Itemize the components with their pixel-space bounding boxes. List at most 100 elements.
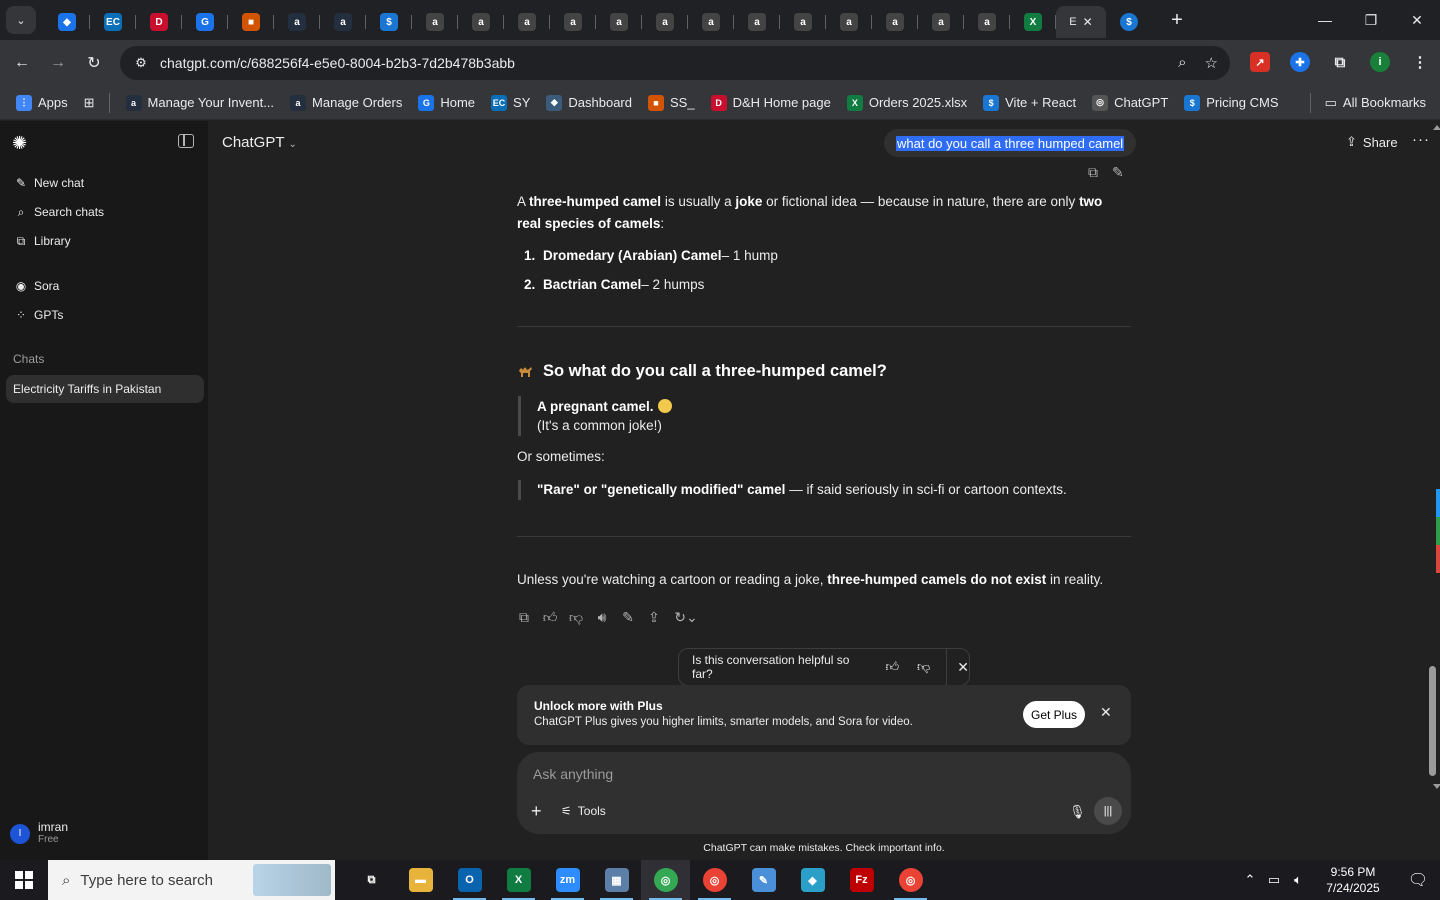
bookmark-item[interactable]: X Orders 2025.xlsx [846, 94, 967, 111]
new-tab-button[interactable]: + [1162, 5, 1192, 35]
bookmark-item[interactable]: $ Vite + React [983, 94, 1076, 111]
tab-groups-icon[interactable]: ⊞ [84, 95, 95, 111]
back-button[interactable]: ← [4, 45, 40, 81]
bookmark-item[interactable]: ⋮ Apps [16, 94, 68, 111]
browser-tab[interactable]: a [458, 6, 504, 38]
url-text[interactable]: chatgpt.com/c/688256f4-e5e0-8004-b2b3-7d… [160, 55, 515, 71]
get-plus-button[interactable]: Get Plus [1023, 701, 1085, 728]
forward-button[interactable]: → [40, 45, 76, 81]
bookmark-item[interactable]: a Manage Orders [290, 94, 402, 111]
sidebar-item-sora[interactable]: ◉ Sora [6, 272, 202, 300]
taskbar-app[interactable]: ◆ [788, 860, 837, 900]
sidebar-item-library[interactable]: ⧉ Library [6, 227, 202, 255]
browser-tab[interactable]: a [826, 6, 872, 38]
taskbar-app[interactable]: ▦ [592, 860, 641, 900]
browser-tab[interactable]: a [918, 6, 964, 38]
bookmark-star-icon[interactable]: ☆ [1205, 54, 1218, 72]
bookmark-item[interactable]: ■ SS_ [648, 94, 695, 111]
browser-tab[interactable]: a [320, 6, 366, 38]
bookmark-item[interactable]: EC SY [491, 94, 530, 111]
user-profile[interactable]: I imran Free [10, 821, 68, 846]
edit-canvas-icon[interactable]: ✎ [621, 609, 635, 626]
network-icon[interactable]: ▭ [1262, 872, 1286, 888]
address-bar[interactable]: ⚙ chatgpt.com/c/688256f4-e5e0-8004-b2b3-… [120, 46, 1230, 80]
close-window-button[interactable]: ✕ [1394, 0, 1440, 40]
copy-icon[interactable]: ⧉ [517, 609, 531, 626]
openai-logo-icon[interactable]: ✺ [12, 133, 32, 153]
scrollbar-thumb[interactable] [1429, 666, 1436, 776]
thumbs-up-icon[interactable]: 👍︎ [543, 609, 558, 626]
browser-tab[interactable]: EC [90, 6, 136, 38]
sidebar-item-search-chats[interactable]: ⌕ Search chats [6, 198, 202, 226]
zoom-icon[interactable]: ⌕ [1178, 54, 1186, 72]
browser-tab[interactable]: a [596, 6, 642, 38]
restore-button[interactable]: ❐ [1348, 0, 1394, 40]
extension-blue-icon[interactable]: ✚ [1290, 52, 1310, 72]
profile-avatar[interactable]: i [1370, 52, 1390, 72]
sidebar-item-gpts[interactable]: ⁘ GPTs [6, 301, 202, 329]
taskbar-app[interactable]: X [494, 860, 543, 900]
browser-tab[interactable]: a [688, 6, 734, 38]
tab-chatgpt-active[interactable]: E ✕ [1056, 6, 1106, 38]
browser-tab[interactable]: a [642, 6, 688, 38]
voice-mode-button[interactable]: ||| [1094, 797, 1122, 825]
browser-tab[interactable]: a [412, 6, 458, 38]
clock[interactable]: 9:56 PM 7/24/2025 [1318, 864, 1388, 896]
extensions-puzzle-icon[interactable]: ⧉ [1330, 52, 1350, 72]
close-tab-icon[interactable]: ✕ [1083, 15, 1093, 29]
browser-tab[interactable]: a [964, 6, 1010, 38]
model-selector[interactable]: ChatGPT ⌄ [222, 134, 297, 151]
chevron-up-icon[interactable]: ⌃ [1238, 872, 1262, 888]
taskbar-app[interactable]: zm [543, 860, 592, 900]
bookmark-item[interactable]: G Home [418, 94, 475, 111]
bookmark-item[interactable]: ◎ ChatGPT [1092, 94, 1168, 111]
bookmark-item[interactable]: ◆ Dashboard [546, 94, 632, 111]
taskbar-search[interactable]: ⌕ Type here to search [48, 860, 335, 900]
sidebar-toggle-icon[interactable] [178, 134, 194, 148]
browser-tab[interactable]: ■ [228, 6, 274, 38]
taskbar-app[interactable]: ⧉ [347, 860, 396, 900]
bookmark-item[interactable]: D D&H Home page [710, 94, 831, 111]
taskbar-app[interactable]: ◎ [886, 860, 935, 900]
tab-search-button[interactable]: ⌄ [6, 6, 36, 34]
thumbs-down-icon[interactable]: 👎︎ [569, 609, 583, 626]
browser-tab[interactable]: a [504, 6, 550, 38]
close-icon[interactable]: ✕ [957, 659, 969, 676]
browser-tab[interactable]: X [1010, 6, 1056, 38]
microphone-icon[interactable]: 🎙︎ [1069, 804, 1086, 820]
extension-red-icon[interactable]: ↗ [1250, 52, 1270, 72]
scroll-down-arrow[interactable] [1433, 784, 1440, 789]
taskbar-app[interactable]: ✎ [739, 860, 788, 900]
thumbs-down-icon[interactable]: 👎︎ [913, 659, 934, 675]
thumbs-up-icon[interactable]: 👍︎ [882, 659, 903, 675]
copy-icon[interactable]: ⧉ [1088, 164, 1098, 181]
bookmark-item[interactable]: $ Pricing CMS [1184, 94, 1279, 111]
taskbar-app[interactable]: ▬ [396, 860, 445, 900]
prompt-input[interactable]: Ask anything [533, 766, 613, 782]
taskbar-app[interactable]: ◎ [641, 860, 690, 900]
tools-button[interactable]: ⚟ Tools [561, 804, 606, 818]
volume-icon[interactable]: 🔈︎ [1286, 872, 1310, 888]
menu-kebab-icon[interactable]: ⋮ [1410, 52, 1430, 72]
share-button[interactable]: ⇪ Share [1346, 134, 1398, 150]
browser-tab[interactable]: ◆ [44, 6, 90, 38]
browser-tab[interactable]: a [274, 6, 320, 38]
sidebar-item-new-chat[interactable]: ✎ New chat [6, 169, 202, 197]
close-icon[interactable]: ✕ [1100, 704, 1112, 721]
regenerate-icon[interactable]: ↻⌄ [673, 609, 699, 626]
browser-tab[interactable]: D [136, 6, 182, 38]
read-aloud-icon[interactable]: 🔊︎ [595, 609, 609, 626]
tab-extra[interactable]: $ [1106, 6, 1152, 38]
browser-tab[interactable]: a [780, 6, 826, 38]
browser-tab[interactable]: a [550, 6, 596, 38]
browser-tab[interactable]: a [872, 6, 918, 38]
share-icon[interactable]: ⇪ [647, 609, 661, 626]
more-options-icon[interactable]: ··· [1412, 131, 1430, 148]
browser-tab[interactable]: G [182, 6, 228, 38]
edit-icon[interactable]: ✎ [1112, 164, 1124, 181]
browser-tab[interactable]: $ [366, 6, 412, 38]
browser-tab[interactable]: a [734, 6, 780, 38]
taskbar-app[interactable]: O [445, 860, 494, 900]
taskbar-app[interactable]: ◎ [690, 860, 739, 900]
scroll-up-arrow[interactable] [1433, 125, 1440, 130]
